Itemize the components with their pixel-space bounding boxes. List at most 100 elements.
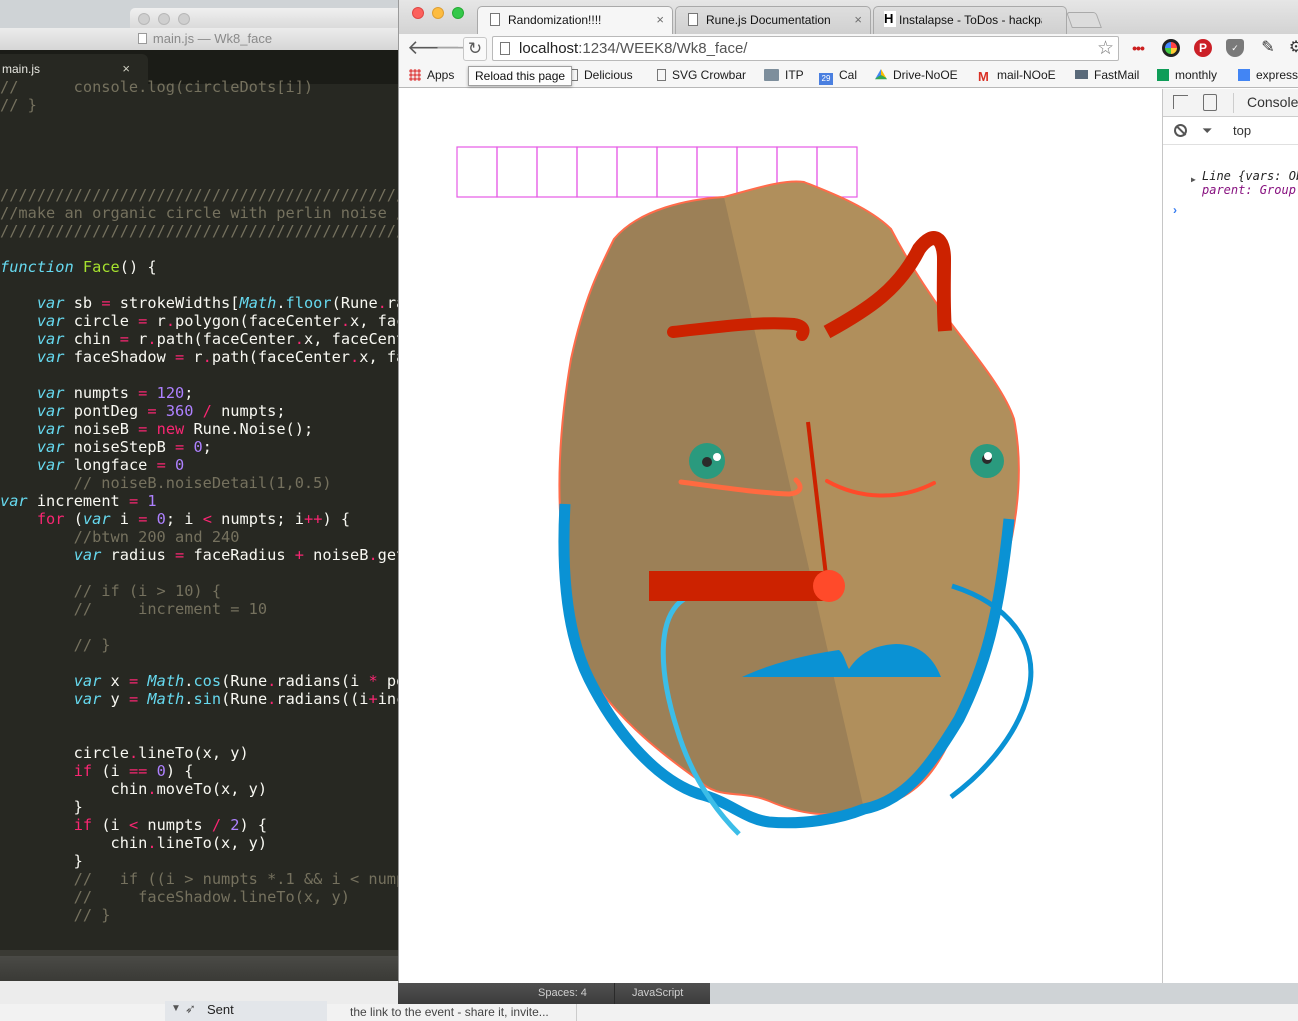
bookmark-itp[interactable]: ITP bbox=[764, 68, 804, 82]
code-line[interactable]: // if (i > 10) { bbox=[0, 582, 410, 600]
code-line[interactable]: circle.lineTo(x, y) bbox=[0, 744, 410, 762]
code-line[interactable]: } bbox=[0, 852, 410, 870]
code-line[interactable]: // faceShadow.lineTo(x, y) bbox=[0, 888, 410, 906]
code-line[interactable] bbox=[0, 132, 410, 150]
code-line[interactable]: if (i < numpts / 2) { bbox=[0, 816, 410, 834]
code-area[interactable]: // console.log(circleDots[i])// }///////… bbox=[0, 78, 410, 944]
code-line[interactable]: var faceShadow = r.path(faceCenter.x, fa… bbox=[0, 348, 410, 366]
code-line[interactable] bbox=[0, 240, 410, 258]
code-line[interactable]: if ((i > numpts * 0.66 i < numpts bbox=[0, 942, 410, 944]
pocket-icon[interactable]: ✓ bbox=[1226, 39, 1244, 57]
bookmark-mail[interactable]: Mmail-NOoE bbox=[978, 68, 1056, 83]
code-line[interactable]: // } bbox=[0, 906, 410, 924]
context-selector[interactable]: top bbox=[1233, 123, 1251, 138]
code-line[interactable]: chin.moveTo(x, y) bbox=[0, 780, 410, 798]
address-bar[interactable]: localhost:1234/WEEK8/Wk8_face/ ☆ bbox=[492, 36, 1119, 61]
lastpass-icon[interactable]: ••• bbox=[1129, 39, 1147, 57]
code-line[interactable] bbox=[0, 618, 410, 636]
bookmark-cal[interactable]: 29 Cal bbox=[819, 68, 857, 85]
code-line[interactable]: var pontDeg = 360 / numpts; bbox=[0, 402, 410, 420]
code-line[interactable] bbox=[0, 708, 410, 726]
code-line[interactable]: var longface = 0 bbox=[0, 456, 410, 474]
bookmark-svg-crowbar[interactable]: SVG Crowbar bbox=[657, 68, 746, 82]
window-close-button[interactable] bbox=[412, 7, 424, 19]
device-toolbar-icon[interactable] bbox=[1203, 94, 1217, 111]
code-line[interactable] bbox=[0, 114, 410, 132]
code-line[interactable]: var y = Math.sin(Rune.radians((i+increme… bbox=[0, 690, 410, 708]
code-line[interactable]: // noiseB.noiseDetail(1,0.5) bbox=[0, 474, 410, 492]
pinterest-icon[interactable]: P bbox=[1194, 39, 1212, 57]
code-token: var bbox=[82, 510, 111, 528]
code-line[interactable] bbox=[0, 150, 410, 168]
code-line[interactable]: //btwn 200 and 240 bbox=[0, 528, 410, 546]
expand-arrow-icon[interactable]: ▶ bbox=[1191, 173, 1196, 187]
bookmark-express[interactable]: express bbox=[1238, 68, 1298, 82]
chevron-down-icon[interactable]: ▼ bbox=[171, 1003, 181, 1014]
code-line[interactable]: for (var i = 0; i < numpts; i++) { bbox=[0, 510, 410, 528]
tab-rune-docs[interactable]: Rune.js Documentation × bbox=[675, 6, 871, 34]
code-token: + bbox=[294, 546, 304, 564]
code-line[interactable] bbox=[0, 366, 410, 384]
code-line[interactable]: chin.lineTo(x, y) bbox=[0, 834, 410, 852]
code-line[interactable]: var chin = r.path(faceCenter.x, faceCent… bbox=[0, 330, 410, 348]
code-line[interactable]: var x = Math.cos(Rune.radians(i * pontDe… bbox=[0, 672, 410, 690]
bookmark-fastmail[interactable]: FastMail bbox=[1075, 68, 1139, 82]
syntax-setting[interactable]: JavaScript bbox=[632, 987, 683, 999]
close-icon[interactable]: × bbox=[656, 12, 664, 27]
code-line[interactable]: var sb = strokeWidths[Math.floor(Rune.ra… bbox=[0, 294, 410, 312]
code-line[interactable]: // } bbox=[0, 96, 410, 114]
close-icon[interactable]: × bbox=[854, 12, 862, 27]
code-line[interactable]: if (i == 0) { bbox=[0, 762, 410, 780]
code-line[interactable]: // if ((i > numpts *.1 && i < numpts bbox=[0, 870, 410, 888]
reload-icon[interactable]: ↻ bbox=[463, 37, 487, 61]
mail-sidebar-item-sent[interactable]: ▼ ➶ Sent bbox=[165, 1001, 327, 1021]
bookmark-monthly[interactable]: monthly bbox=[1157, 68, 1217, 82]
clear-console-icon[interactable] bbox=[1174, 124, 1187, 137]
code-line[interactable] bbox=[0, 726, 410, 744]
code-token: // noiseB.noiseDetail(1,0.5) bbox=[0, 474, 332, 492]
code-line[interactable]: var noiseB = new Rune.Noise(); bbox=[0, 420, 410, 438]
code-line[interactable]: var noiseStepB = 0; bbox=[0, 438, 410, 456]
mail-preview-snippet[interactable]: the link to the event - share it, invite… bbox=[350, 1005, 549, 1019]
code-line[interactable] bbox=[0, 168, 410, 186]
editor-titlebar: main.js — Wk8_face bbox=[0, 28, 410, 50]
window-maximize-button[interactable] bbox=[452, 7, 464, 19]
code-line[interactable]: } bbox=[0, 798, 410, 816]
bookmark-apps[interactable]: Apps bbox=[409, 68, 454, 82]
inspect-element-icon[interactable] bbox=[1173, 95, 1188, 109]
tab-randomization[interactable]: Randomization!!!! × bbox=[477, 6, 673, 35]
code-line[interactable] bbox=[0, 276, 410, 294]
code-line[interactable]: var radius = faceRadius + noiseB.get( bbox=[0, 546, 410, 564]
indentation-setting[interactable]: Spaces: 4 bbox=[538, 987, 587, 999]
color-picker-icon[interactable] bbox=[1162, 39, 1180, 57]
bookmark-drive[interactable]: Drive-NoOE bbox=[875, 68, 958, 82]
code-line[interactable]: var numpts = 120; bbox=[0, 384, 410, 402]
grid-cell bbox=[616, 146, 658, 198]
url-text[interactable]: localhost:1234/WEEK8/Wk8_face/ bbox=[519, 37, 747, 60]
code-line[interactable]: // increment = 10 bbox=[0, 600, 410, 618]
code-line[interactable]: // console.log(circleDots[i]) bbox=[0, 78, 410, 96]
code-line[interactable]: ////////////////////////////////////////… bbox=[0, 222, 410, 240]
console-prompt[interactable]: › bbox=[1173, 203, 1177, 217]
tab-instalapse[interactable]: H Instalapse - ToDos - hackpad bbox=[873, 6, 1067, 34]
code-token: i bbox=[110, 510, 139, 528]
filter-icon[interactable]: ⏷ bbox=[1202, 123, 1212, 139]
tab-console[interactable]: Console bbox=[1247, 94, 1298, 110]
code-line[interactable]: function Face() { bbox=[0, 258, 410, 276]
more-icon[interactable]: ⚙ bbox=[1287, 39, 1298, 57]
code-line[interactable]: var circle = r.polygon(faceCenter.x, fac… bbox=[0, 312, 410, 330]
code-line[interactable]: //make an organic circle with perlin noi… bbox=[0, 204, 410, 222]
code-line[interactable]: var increment = 1 bbox=[0, 492, 410, 510]
eyedropper-icon[interactable]: ✎ bbox=[1259, 39, 1277, 57]
code-line[interactable] bbox=[0, 654, 410, 672]
window-minimize-button[interactable] bbox=[432, 7, 444, 19]
code-line[interactable]: // } bbox=[0, 636, 410, 654]
new-tab-button[interactable] bbox=[1066, 12, 1102, 28]
code-line[interactable] bbox=[0, 564, 410, 582]
bookmark-delicious[interactable]: Delicious bbox=[569, 68, 633, 82]
star-icon[interactable]: ☆ bbox=[1097, 37, 1114, 60]
code-line[interactable]: ////////////////////////////////////////… bbox=[0, 186, 410, 204]
code-line[interactable] bbox=[0, 924, 410, 942]
editor-window-title: main.js — Wk8_face bbox=[152, 31, 273, 46]
